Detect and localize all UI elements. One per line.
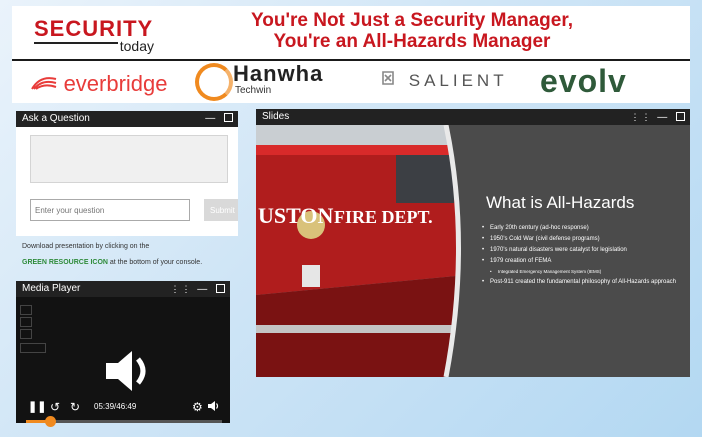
slide-bullet: 1970's natural disasters were catalyst f… [482,247,682,253]
headline-line2: You're an All-Hazards Manager [273,31,551,52]
playback-time: 05:39/46:49 [94,402,137,411]
everbridge-mark-icon [30,74,64,96]
salient-name: SALIENT [408,71,508,90]
truck-text-left: USTON [258,203,334,228]
security-today-logo: SECURITY today [34,16,174,54]
slide-bullet: 1950's Cold War (civil defense programs) [482,236,682,242]
everbridge-name: everbridge [63,71,168,96]
sponsor-strip: everbridge Hanwha Techwin SALIENT evolv [12,61,690,103]
green-resource-label: GREEN RESOURCE ICON [22,259,108,266]
drag-handle-icon[interactable]: ⋮⋮ [630,109,652,125]
submit-button[interactable]: Submit [204,199,238,221]
seek-knob[interactable] [44,416,56,427]
video-screen[interactable]: ❚❚ ↺ ↻ 05:39/46:49 ⚙ [16,297,230,427]
side-control-1[interactable] [20,305,32,315]
minimize-icon[interactable]: — [205,111,217,127]
maximize-icon[interactable] [676,112,685,121]
speaker-icon [104,347,156,400]
hanwha-sub: Techwin [235,85,272,96]
headline-line1: You're Not Just a Security Manager, [251,10,573,31]
hanwha-mark-icon [195,63,233,101]
question-history-area[interactable] [30,135,228,183]
slide-heading: What is All-Hazards [486,193,635,212]
slide-sub-bullet: Integrated Emergency Management System (… [482,269,682,274]
slides-titlebar: Slides ⋮⋮ — [256,109,690,125]
evolv-logo: evolv [540,63,627,100]
salient-mark-icon [380,71,401,90]
hanwha-name: Hanwha [233,61,324,86]
header-banner: SECURITY today You're Not Just a Securit… [12,6,690,61]
salient-logo: SALIENT [380,70,508,91]
settings-gear-icon[interactable]: ⚙ [192,400,203,414]
media-player-panel: Media Player ⋮⋮ — ❚❚ ↺ ↻ 05:39/46:49 ⚙ [16,281,230,427]
ask-question-titlebar: Ask a Question — [16,111,238,127]
drag-handle-icon[interactable]: ⋮⋮ [170,281,192,297]
download-instructions: Download presentation by clicking on the… [22,239,242,271]
slide-bullet: Early 20th century (ad-hoc response) [482,225,682,231]
media-player-titlebar: Media Player ⋮⋮ — [16,281,230,297]
side-control-4[interactable] [20,343,46,353]
download-line1: Download presentation by clicking on the [22,243,150,250]
slide-bullet: 1979 creation of FEMA [482,258,682,264]
evolv-name: evolv [540,63,627,99]
maximize-icon[interactable] [224,113,233,122]
maximize-icon[interactable] [216,284,225,293]
rewind-icon[interactable]: ↺ [50,400,60,414]
page-title: You're Not Just a Security Manager, You'… [202,10,622,52]
slide-bullet: Post-911 created the fundamental philoso… [482,279,682,285]
truck-text-right: FIRE DEPT. [334,207,433,227]
slides-panel: Slides ⋮⋮ — USTON FIRE DEPT. What is All… [256,109,690,377]
minimize-icon[interactable]: — [197,282,209,298]
side-control-2[interactable] [20,317,32,327]
slide-bullets: Early 20th century (ad-hoc response) 1950… [482,225,682,290]
slides-title: Slides [262,111,290,122]
minimize-icon[interactable]: — [657,110,669,126]
side-control-3[interactable] [20,329,32,339]
seek-bar[interactable] [26,416,222,427]
download-line2: at the bottom of your console. [107,259,203,266]
pause-icon[interactable]: ❚❚ [28,400,46,414]
forward-icon[interactable]: ↻ [70,400,80,414]
ask-question-panel: Ask a Question — Submit [16,111,238,236]
volume-icon[interactable] [208,400,220,414]
question-input[interactable] [30,199,190,221]
ask-question-title: Ask a Question [22,113,90,124]
slide-content: USTON FIRE DEPT. What is All-Hazards Ear… [256,125,690,377]
media-player-title: Media Player [22,283,81,294]
everbridge-logo: everbridge [30,71,168,97]
